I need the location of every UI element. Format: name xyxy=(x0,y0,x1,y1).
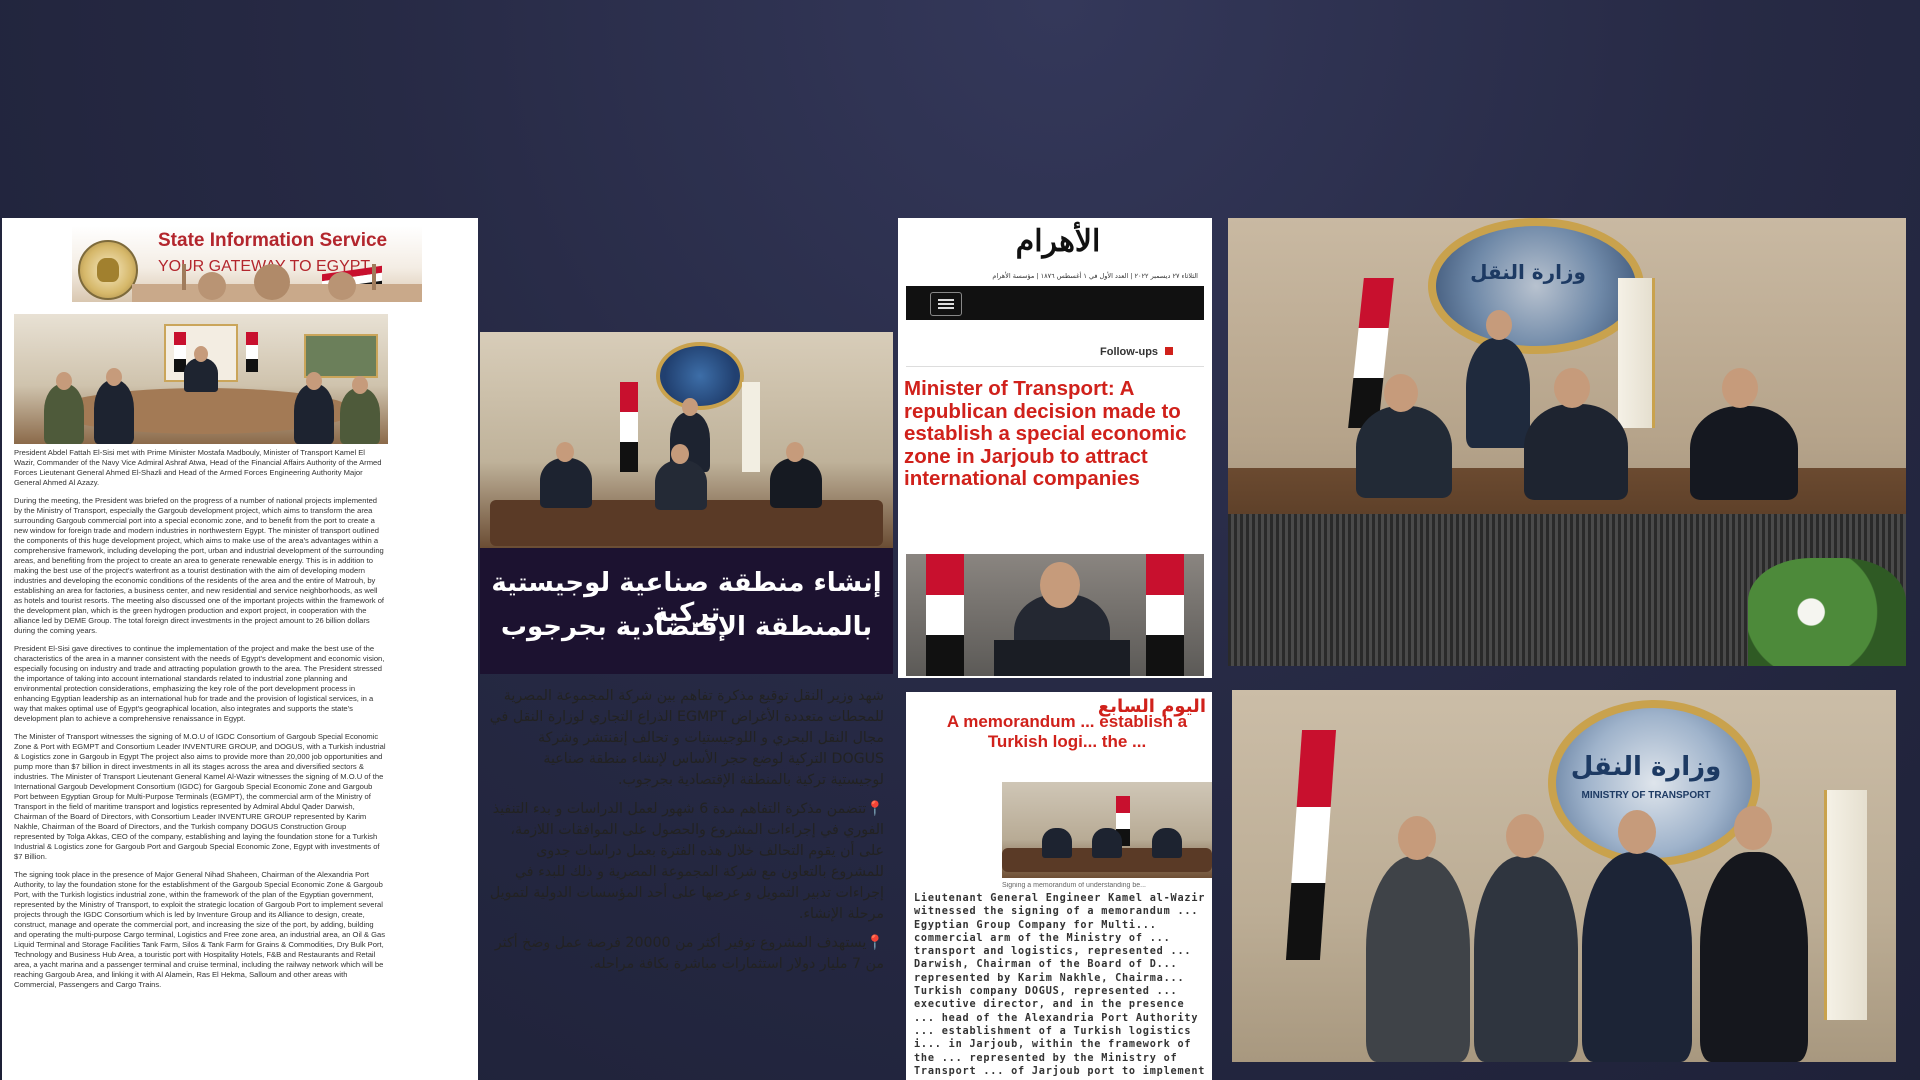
ministry-flag xyxy=(1824,790,1867,1020)
signing-ceremony-photo: وزارة النقل xyxy=(1228,218,1906,666)
article-paragraph: The Minister of Transport witnesses the … xyxy=(14,732,386,861)
sis-banner-title: State Information Service xyxy=(158,230,388,251)
ministry-flag xyxy=(1618,278,1655,428)
egypt-flag xyxy=(1146,554,1184,676)
egypt-flag xyxy=(620,382,638,472)
sis-article-body: President Abdel Fattah El-Sisi met with … xyxy=(14,448,386,998)
article-paragraph: 📍تتضمن مذكرة التفاهم مدة 6 شهور لعمل الد… xyxy=(489,801,884,922)
signing-photo-small xyxy=(1002,782,1212,878)
red-square-icon xyxy=(1165,347,1174,355)
minister-photo xyxy=(906,554,1204,676)
person xyxy=(1582,852,1692,1062)
ministry-sign-arabic: وزارة النقل xyxy=(1570,752,1722,782)
ahram-article-panel: الأهرام الثلاثاء ٢٧ ديسمبر ٢٠٢٢ | العدد … xyxy=(898,218,1212,678)
sis-banner: State Information Service YOUR GATEWAY T… xyxy=(72,226,422,302)
article-paragraph: 📍يستهدف المشروع توفير أكثر من 20000 فرصة… xyxy=(494,935,884,972)
photo-caption: Signing a memorandum of understanding be… xyxy=(1002,882,1146,889)
article-paragraph: The signing took place in the presence o… xyxy=(14,870,386,989)
youm7-article-panel: اليوم السابع A memorandum ... establish … xyxy=(906,692,1212,1080)
follow-ups-label: Follow-ups xyxy=(1100,346,1159,358)
person xyxy=(1700,852,1808,1062)
hamburger-icon xyxy=(938,299,954,309)
sis-article-panel: State Information Service YOUR GATEWAY T… xyxy=(2,218,478,1080)
photo-caption: President Abdel Fattah El-Sisi met with … xyxy=(14,448,382,487)
president-meeting-photo xyxy=(14,314,388,444)
ministry-emblem xyxy=(656,342,744,410)
ahram-dateline: الثلاثاء ٢٧ ديسمبر ٢٠٢٢ | العدد الأول في… xyxy=(992,272,1198,280)
arabic-article-body: شهد وزير النقل توقيع مذكرة تفاهم بين شرك… xyxy=(488,686,884,975)
person xyxy=(1366,856,1470,1062)
ministry-sign-arabic: وزارة النقل xyxy=(1470,260,1586,284)
video-title-line2: بالمنطقة الإقتصادية بجرجوب xyxy=(500,612,873,642)
egypt-flag xyxy=(926,554,964,676)
ahram-navbar xyxy=(906,286,1204,320)
ahram-headline: Minister of Transport: A republican deci… xyxy=(904,377,1187,490)
ministry-sign-english: MINISTRY OF TRANSPORT xyxy=(1581,790,1711,801)
flower-arrangement xyxy=(1748,558,1906,666)
egypt-flag xyxy=(1348,278,1394,428)
ministry-of-transport-emblem: وزارة النقل xyxy=(1428,218,1644,354)
article-paragraph: During the meeting, the President was br… xyxy=(14,496,385,635)
citadel-domes-illustration xyxy=(132,264,422,302)
menu-button[interactable] xyxy=(930,292,962,316)
youm7-headline: A memorandum ... establish a Turkish log… xyxy=(946,712,1188,751)
egypt-flag xyxy=(1285,730,1337,960)
signing-video-frame: إنشاء منطقة صناعية لوجيستية تركية بالمنط… xyxy=(480,332,893,674)
follow-ups-tab[interactable]: Follow-ups xyxy=(1100,346,1174,358)
article-paragraph: President El-Sisi gave directives to con… xyxy=(14,644,385,723)
youm7-article-body: Lieutenant General Engineer Kamel al-Waz… xyxy=(914,893,1206,1077)
article-paragraph: شهد وزير النقل توقيع مذكرة تفاهم بين شرك… xyxy=(489,688,884,788)
ahram-masthead: الأهرام xyxy=(1015,224,1101,259)
group-photo: وزارة النقل MINISTRY OF TRANSPORT xyxy=(1232,690,1896,1062)
person xyxy=(1474,856,1578,1062)
